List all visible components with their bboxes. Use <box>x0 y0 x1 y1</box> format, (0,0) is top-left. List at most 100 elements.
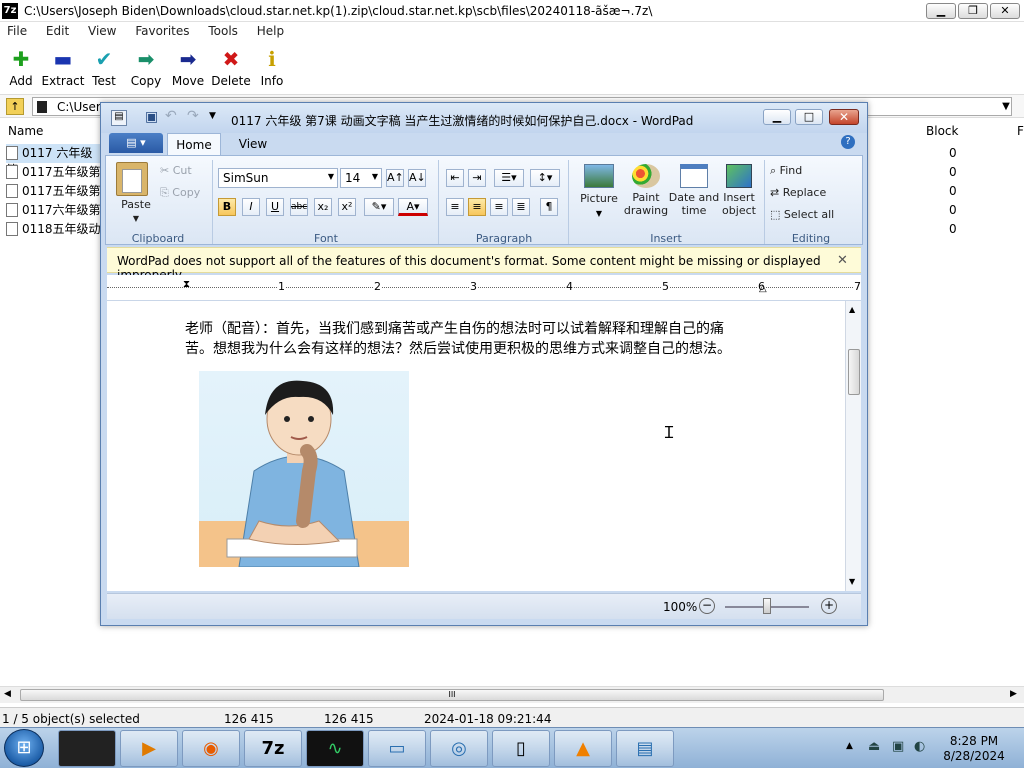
list-item[interactable]: 0117五年级第1 <box>6 163 108 182</box>
strikethrough-button[interactable]: abc <box>290 198 308 216</box>
copy-button[interactable]: ⎘ Copy <box>160 186 200 200</box>
underline-button[interactable]: U <box>266 198 284 216</box>
paragraph-dialog-icon[interactable]: ¶ <box>540 198 558 216</box>
add-button[interactable]: ✚ Add <box>0 46 44 88</box>
save-icon[interactable]: ▣ <box>145 109 158 125</box>
column-name[interactable]: Name <box>8 124 43 138</box>
menu-file[interactable]: File <box>0 22 35 38</box>
increase-indent-icon[interactable]: ⇥ <box>468 169 486 187</box>
close-warning-icon[interactable]: ✕ <box>837 253 848 268</box>
delete-button[interactable]: ✖ Delete <box>208 46 254 88</box>
copy-button[interactable]: ➡ Copy <box>123 46 169 88</box>
scroll-thumb[interactable] <box>848 349 860 395</box>
vertical-scrollbar[interactable]: ▲ ▼ <box>845 301 861 591</box>
select-all-button[interactable]: ⬚ Select all <box>770 208 834 221</box>
wordpad-maximize-button[interactable]: □ <box>795 109 823 125</box>
paste-button[interactable]: Paste ▼ <box>116 198 156 224</box>
wordpad-minimize-button[interactable]: ▁ <box>763 109 791 125</box>
help-icon[interactable]: ? <box>841 135 855 149</box>
firefox-app-icon[interactable]: ◉ <box>182 730 240 767</box>
usb-icon[interactable]: ⏏ <box>868 739 880 754</box>
document-text[interactable]: 老师（配音）：首先，当我们感到痛苦或产生自伤的想法时可以试着解释和理解自己的痛苦… <box>185 319 745 359</box>
superscript-button[interactable]: x² <box>338 198 356 216</box>
scroll-left-icon[interactable]: ◀ <box>4 689 11 699</box>
font-size-select[interactable]: 14 ▼ <box>340 168 382 188</box>
justify-icon[interactable]: ≣ <box>512 198 530 216</box>
zoom-out-icon[interactable]: − <box>699 598 715 614</box>
column-block[interactable]: Block <box>926 124 958 138</box>
network-icon[interactable]: ▣ <box>892 739 904 754</box>
terminal-app-icon[interactable] <box>58 730 116 767</box>
menu-favorites[interactable]: Favorites <box>128 22 197 38</box>
folder-up-icon[interactable]: ↑ <box>6 98 24 115</box>
bullet-list-icon[interactable]: ☰▾ <box>494 169 524 187</box>
clock[interactable]: 8:28 PM 8/28/2024 <box>930 734 1018 764</box>
decrease-indent-icon[interactable]: ⇤ <box>446 169 464 187</box>
undo-icon[interactable]: ↶ <box>165 108 177 124</box>
italic-button[interactable]: I <box>242 198 260 216</box>
minimize-button[interactable]: ▁ <box>926 3 956 19</box>
list-item[interactable]: 0117五年级第4 <box>6 182 108 201</box>
column-extra[interactable]: F <box>1017 124 1024 138</box>
shrink-font-icon[interactable]: A↓ <box>408 169 426 187</box>
grow-font-icon[interactable]: A↑ <box>386 169 404 187</box>
paint-drawing-button[interactable]: Paint drawing <box>620 164 672 217</box>
bold-button[interactable]: B <box>218 198 236 216</box>
close-button[interactable]: ✕ <box>990 3 1020 19</box>
highlight-color-button[interactable]: ✎▾ <box>364 198 394 216</box>
menu-help[interactable]: Help <box>250 22 292 38</box>
align-left-icon[interactable]: ≡ <box>446 198 464 216</box>
tab-home[interactable]: Home <box>167 133 221 155</box>
wordpad-close-button[interactable]: ✕ <box>829 109 859 125</box>
subscript-button[interactable]: x₂ <box>314 198 332 216</box>
document-area[interactable]: 老师（配音）：首先，当我们感到痛苦或产生自伤的想法时可以试着解释和理解自己的痛苦… <box>107 301 845 591</box>
document-app-icon[interactable]: ▯ <box>492 730 550 767</box>
date-time-button[interactable]: Date and time <box>668 164 720 217</box>
restore-button[interactable]: ❐ <box>958 3 988 19</box>
align-right-icon[interactable]: ≡ <box>490 198 508 216</box>
start-button[interactable]: ⊞ <box>4 729 44 767</box>
7zip-app-icon[interactable]: 7z <box>244 730 302 767</box>
menu-view[interactable]: View <box>81 22 124 38</box>
search-app-icon[interactable]: ◎ <box>430 730 488 767</box>
info-button[interactable]: ℹ Info <box>249 46 295 88</box>
chevron-down-icon[interactable]: ▼ <box>999 98 1013 116</box>
list-item[interactable]: 0117 六年级 第 <box>6 144 104 177</box>
test-button[interactable]: ✔ Test <box>81 46 127 88</box>
extract-button[interactable]: ▬ Extract <box>40 46 86 88</box>
tab-view[interactable]: View <box>229 137 277 151</box>
menu-edit[interactable]: Edit <box>39 22 77 38</box>
redo-icon[interactable]: ↷ <box>187 108 199 124</box>
photo-app-icon[interactable]: ▭ <box>368 730 426 767</box>
left-indent-marker[interactable]: ⧗ <box>183 279 190 290</box>
move-button[interactable]: ➡ Move <box>165 46 211 88</box>
file-menu-button[interactable]: ▤ ▾ <box>109 133 163 153</box>
list-item[interactable]: 0117六年级第4 <box>6 201 108 220</box>
scroll-up-icon[interactable]: ▲ <box>849 305 855 314</box>
vlc-app-icon[interactable]: ▲ <box>554 730 612 767</box>
text-color-button[interactable]: A▾ <box>398 198 428 216</box>
show-hidden-icons-icon[interactable]: ▲ <box>846 741 853 751</box>
insert-object-button[interactable]: Insert object <box>716 164 762 217</box>
picture-button[interactable]: Picture ▼ <box>576 164 622 219</box>
zoom-in-icon[interactable]: + <box>821 598 837 614</box>
align-center-icon[interactable]: ≡ <box>468 198 486 216</box>
find-button[interactable]: ⌕ Find <box>770 164 802 178</box>
wordpad-app-icon[interactable]: ▤ <box>616 730 674 767</box>
cut-button[interactable]: ✂ Cut <box>160 164 192 177</box>
list-item[interactable]: 0118五年级动画 <box>6 220 113 239</box>
replace-button[interactable]: ⇄ Replace <box>770 186 826 199</box>
quick-access-dropdown-icon[interactable]: ▼ <box>209 111 216 121</box>
scroll-right-icon[interactable]: ▶ <box>1010 689 1017 699</box>
menu-tools[interactable]: Tools <box>201 22 246 38</box>
monitor-app-icon[interactable]: ∿ <box>306 730 364 767</box>
scroll-thumb[interactable]: III <box>20 689 884 701</box>
scroll-down-icon[interactable]: ▼ <box>849 577 855 586</box>
horizontal-scrollbar[interactable]: ◀ III ▶ <box>0 686 1024 703</box>
right-indent-marker[interactable]: △ <box>759 283 767 294</box>
zoom-slider-thumb[interactable] <box>763 598 771 614</box>
volume-icon[interactable]: ◐ <box>914 739 925 754</box>
font-family-select[interactable]: SimSun ▼ <box>218 168 338 188</box>
media-player-app-icon[interactable]: ▶ <box>120 730 178 767</box>
line-spacing-icon[interactable]: ↕▾ <box>530 169 560 187</box>
